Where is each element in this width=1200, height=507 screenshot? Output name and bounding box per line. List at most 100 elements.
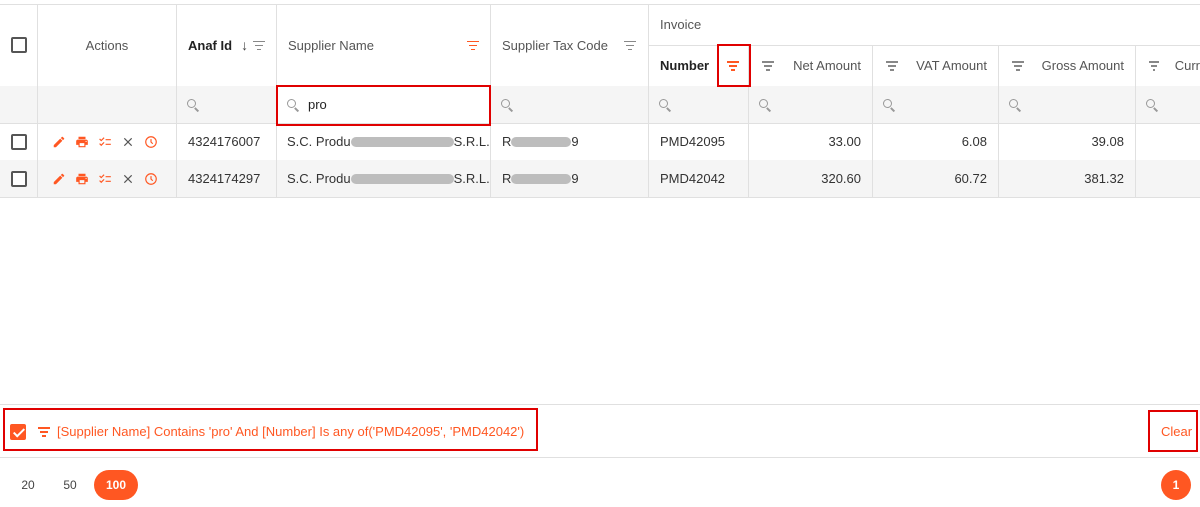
highlight-box xyxy=(3,408,538,451)
print-icon[interactable] xyxy=(75,172,89,186)
net-amount-value: 33.00 xyxy=(828,134,861,149)
vat-amount-filter-icon[interactable] xyxy=(886,61,898,71)
supplier-name-prefix: S.C. Produ xyxy=(287,171,351,186)
supplier-name-suffix: S.R.L. xyxy=(453,171,490,186)
column-header-supplier-name-label: Supplier Name xyxy=(288,37,374,53)
cell-supplier-name: S.C. Produ S.R.L. xyxy=(277,160,491,197)
history-clock-icon[interactable] xyxy=(144,172,158,186)
search-icon xyxy=(187,98,199,111)
cell-vat-amount: 60.72 xyxy=(873,160,999,197)
vat-amount-value: 6.08 xyxy=(961,134,987,149)
row-select-checkbox[interactable] xyxy=(10,133,27,150)
supplier-name-filter-icon[interactable] xyxy=(467,40,479,50)
anaf-id-filter-input[interactable] xyxy=(177,86,277,123)
supplier-tax-code-filter-icon[interactable] xyxy=(624,40,636,50)
cell-anaf-id: 4324174297 xyxy=(177,160,277,197)
search-icon xyxy=(1009,98,1021,111)
page-size-100[interactable]: 100 xyxy=(94,470,138,500)
close-icon[interactable] xyxy=(121,135,135,149)
vat-amount-value: 60.72 xyxy=(954,171,987,186)
column-header-actions-label: Actions xyxy=(85,37,129,53)
net-amount-filter-input[interactable] xyxy=(749,86,873,123)
page-number-current[interactable]: 1 xyxy=(1161,470,1191,500)
select-all-checkbox[interactable] xyxy=(10,37,27,53)
row-actions xyxy=(38,160,177,197)
page-size-50[interactable]: 50 xyxy=(50,470,90,500)
column-header-vat-amount[interactable]: VAT Amount xyxy=(873,45,999,86)
cell-currency xyxy=(1136,160,1200,197)
cell-supplier-tax-code: R9 xyxy=(491,160,649,197)
column-header-currency-label: Curr xyxy=(1174,58,1200,73)
column-header-gross-amount-label: Gross Amount xyxy=(1041,58,1124,73)
cell-supplier-tax-code: R9 xyxy=(491,123,649,160)
net-amount-value: 320.60 xyxy=(821,171,861,186)
column-header-supplier-tax-code[interactable]: Supplier Tax Code xyxy=(491,4,649,86)
edit-icon[interactable] xyxy=(52,135,66,149)
anaf-id-value: 4324176007 xyxy=(188,134,261,149)
number-value: PMD42095 xyxy=(660,134,726,149)
cell-currency xyxy=(1136,123,1200,160)
tax-code-prefix: R xyxy=(502,171,512,186)
checklist-icon[interactable] xyxy=(98,135,112,149)
history-clock-icon[interactable] xyxy=(144,135,158,149)
column-header-net-amount[interactable]: Net Amount xyxy=(749,45,873,86)
redacted-text xyxy=(350,173,454,184)
sort-desc-icon[interactable]: ↓ xyxy=(241,37,248,53)
highlight-box xyxy=(717,44,751,87)
print-icon[interactable] xyxy=(75,135,89,149)
column-header-actions: Actions xyxy=(38,4,177,86)
column-header-supplier-name[interactable]: Supplier Name xyxy=(277,4,491,86)
column-header-anaf-id-label: Anaf Id xyxy=(188,37,233,53)
cell-gross-amount: 39.08 xyxy=(999,123,1136,160)
currency-filter-icon[interactable] xyxy=(1149,61,1159,71)
redacted-text xyxy=(350,136,454,147)
column-header-net-amount-label: Net Amount xyxy=(793,58,861,73)
highlight-box xyxy=(1148,410,1198,452)
gross-amount-value: 381.32 xyxy=(1084,171,1124,186)
anaf-id-filter-icon[interactable] xyxy=(253,40,266,50)
column-header-gross-amount[interactable]: Gross Amount xyxy=(999,45,1136,86)
page-size-20[interactable]: 20 xyxy=(8,470,48,500)
currency-filter-input[interactable] xyxy=(1136,86,1200,123)
close-icon[interactable] xyxy=(121,172,135,186)
vat-amount-filter-input[interactable] xyxy=(873,86,999,123)
cell-gross-amount: 381.32 xyxy=(999,160,1136,197)
gross-amount-value: 39.08 xyxy=(1091,134,1124,149)
cell-vat-amount: 6.08 xyxy=(873,123,999,160)
search-icon xyxy=(883,98,895,111)
row-select-checkbox[interactable] xyxy=(10,170,27,187)
checklist-icon[interactable] xyxy=(98,172,112,186)
cell-net-amount: 320.60 xyxy=(749,160,873,197)
column-header-supplier-tax-code-label: Supplier Tax Code xyxy=(502,37,608,53)
redacted-text xyxy=(511,173,572,184)
page-size-selector: 20 50 100 xyxy=(8,470,138,500)
cell-anaf-id: 4324176007 xyxy=(177,123,277,160)
supplier-name-prefix: S.C. Produ xyxy=(287,134,351,149)
cell-supplier-name: S.C. Produ S.R.L. xyxy=(277,123,491,160)
column-header-anaf-id[interactable]: Anaf Id ↓ xyxy=(177,4,277,86)
search-icon xyxy=(759,98,771,111)
supplier-name-suffix: S.R.L. xyxy=(453,134,490,149)
column-group-invoice-label: Invoice xyxy=(660,17,702,32)
supplier-tax-code-filter-input[interactable] xyxy=(491,86,649,123)
table-row-checkbox-cell xyxy=(0,123,38,160)
cell-number: PMD42095 xyxy=(649,123,749,160)
select-all-cell xyxy=(0,4,38,86)
number-value: PMD42042 xyxy=(660,171,726,186)
number-filter-input[interactable] xyxy=(649,86,749,123)
gross-amount-filter-input[interactable] xyxy=(999,86,1136,123)
filter-row-actions-blank xyxy=(38,86,177,123)
edit-icon[interactable] xyxy=(52,172,66,186)
column-header-currency[interactable]: Curr xyxy=(1136,45,1200,86)
cell-net-amount: 33.00 xyxy=(749,123,873,160)
anaf-id-value: 4324174297 xyxy=(188,171,261,186)
search-icon xyxy=(501,98,513,111)
tax-code-suffix: 9 xyxy=(571,134,579,149)
row-actions xyxy=(38,123,177,160)
gross-amount-filter-icon[interactable] xyxy=(1012,61,1024,71)
tax-code-suffix: 9 xyxy=(571,171,579,186)
filter-row-blank xyxy=(0,86,38,123)
highlight-box xyxy=(276,85,491,126)
net-amount-filter-icon[interactable] xyxy=(762,61,774,71)
column-header-number-label: Number xyxy=(660,58,710,73)
